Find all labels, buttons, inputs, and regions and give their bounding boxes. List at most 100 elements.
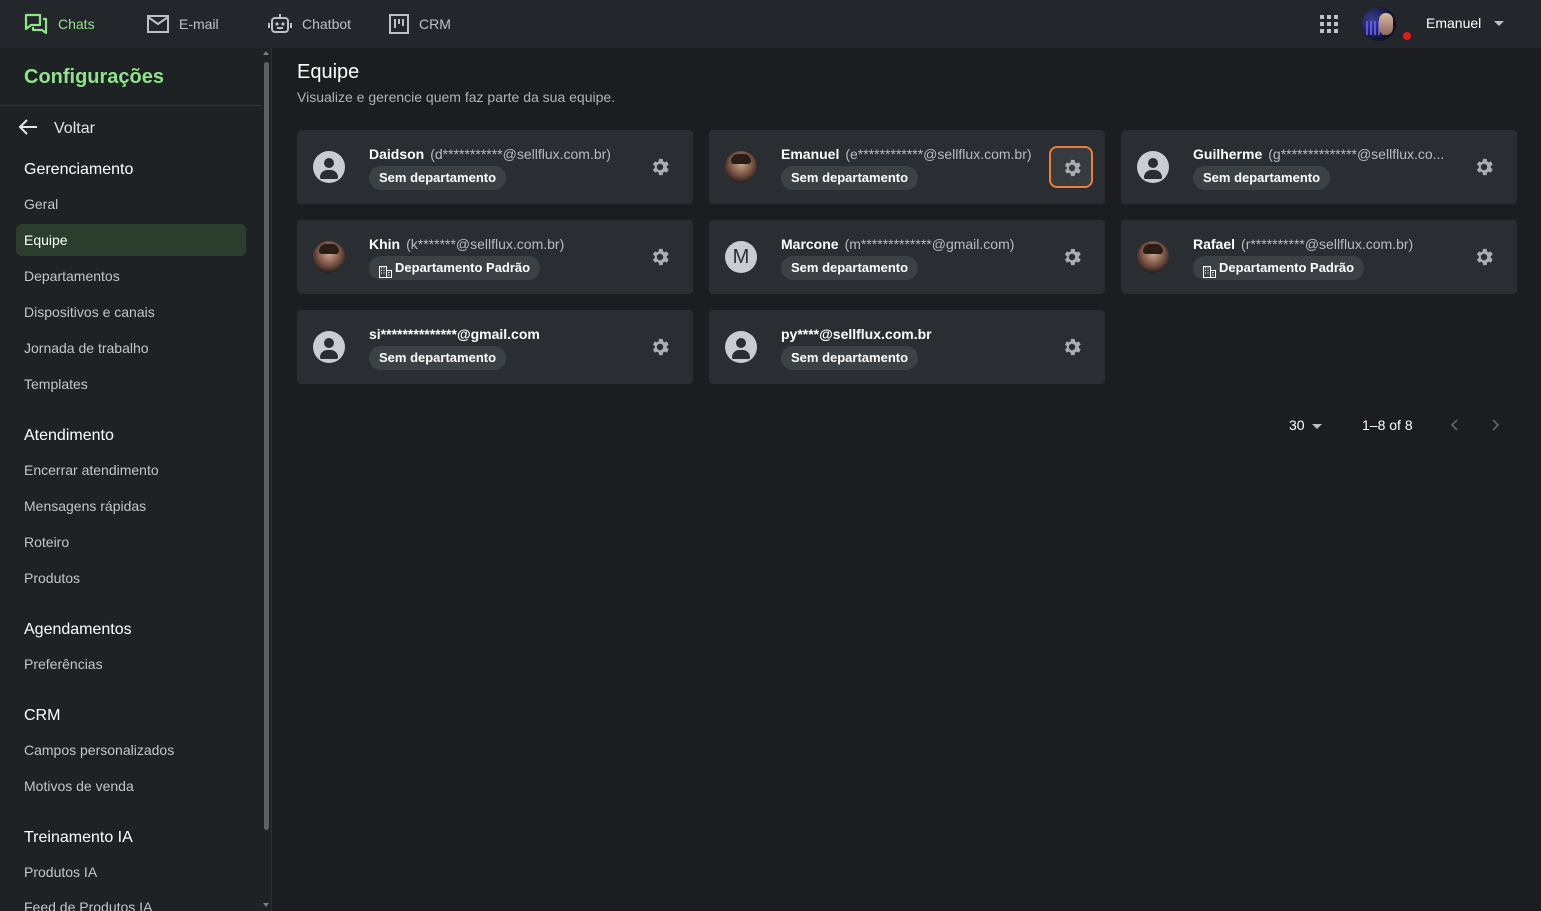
status-indicator: [1401, 30, 1413, 42]
gear-icon[interactable]: [1473, 246, 1495, 268]
sidebar-item-motivos[interactable]: Motivos de venda: [24, 778, 134, 794]
sidebar-title: Configurações: [24, 66, 165, 88]
department-label: Sem departamento: [379, 170, 497, 185]
topnav-chats[interactable]: Chats: [24, 0, 95, 48]
sidebar-item-encerrar[interactable]: Encerrar atendimento: [24, 462, 159, 478]
building-icon: [1203, 262, 1216, 278]
chevron-down-icon[interactable]: [1312, 424, 1322, 429]
mail-icon: [147, 15, 169, 33]
department-label: Sem departamento: [791, 350, 909, 365]
sidebar-item-feed-produtos-ia[interactable]: Feed de Produtos IA: [24, 899, 152, 911]
page-title: Equipe: [297, 61, 360, 83]
apps-grid-icon[interactable]: [1320, 15, 1338, 33]
sidebar-item-geral[interactable]: Geral: [24, 196, 58, 212]
team-member-card: Guilherme (g**************@sellflux.co...…: [1121, 130, 1517, 204]
member-email: (g**************@sellflux.co...: [1268, 146, 1445, 162]
scroll-up-icon[interactable]: [263, 51, 269, 55]
gear-icon[interactable]: [649, 156, 671, 178]
kanban-icon: [389, 14, 409, 34]
department-chip: Sem departamento: [781, 166, 919, 190]
gear-icon[interactable]: [1049, 146, 1093, 188]
member-email: (m*************@gmail.com): [844, 236, 1015, 252]
arrow-left-icon: [18, 118, 38, 140]
topnav-crm[interactable]: CRM: [389, 0, 451, 48]
building-icon: [379, 262, 392, 278]
gear-icon[interactable]: [1473, 156, 1495, 178]
sidebar-item-jornada[interactable]: Jornada de trabalho: [24, 340, 149, 356]
back-button[interactable]: Voltar: [18, 118, 95, 140]
user-name[interactable]: Emanuel: [1426, 15, 1481, 31]
department-chip: Sem departamento: [1193, 166, 1331, 190]
sidebar-item-departamentos[interactable]: Departamentos: [24, 268, 120, 284]
department-label: Sem departamento: [791, 170, 909, 185]
department-chip: Sem departamento: [369, 166, 507, 190]
team-member-card: Daidson (d***********@sellflux.com.br) Sem…: [297, 130, 693, 204]
section-atendimento: Atendimento: [24, 427, 114, 444]
sidebar-item-roteiro[interactable]: Roteiro: [24, 534, 69, 550]
team-member-card: si**************@gmail.com Sem departamen…: [297, 310, 693, 384]
sidebar-item-preferencias[interactable]: Preferências: [24, 656, 103, 672]
chevron-down-icon[interactable]: [1494, 21, 1504, 26]
topnav-email-label: E-mail: [179, 16, 219, 32]
member-name: Rafael: [1193, 236, 1236, 252]
section-crm: CRM: [24, 707, 61, 724]
member-email: (d***********@sellflux.com.br): [430, 146, 611, 162]
member-name: Khin: [369, 236, 401, 252]
member-name: Daidson: [369, 146, 425, 162]
robot-icon: [268, 13, 292, 35]
sidebar-item-mensagens[interactable]: Mensagens rápidas: [24, 498, 146, 514]
sidebar-item-dispositivos[interactable]: Dispositivos e canais: [24, 304, 155, 320]
section-agendamentos: Agendamentos: [24, 621, 132, 638]
member-name: Guilherme: [1193, 146, 1263, 162]
team-member-card: Rafael (r**********@sellflux.com.br) Depar…: [1121, 220, 1517, 294]
pagination-range: 1–8 of 8: [1362, 417, 1413, 433]
department-label: Departamento Padrão: [395, 260, 531, 275]
team-member-card: M Marcone (m*************@gmail.com) Sem de…: [709, 220, 1105, 294]
sidebar-item-produtos-ia[interactable]: Produtos IA: [24, 864, 97, 880]
chevron-left-icon[interactable]: [1446, 416, 1464, 434]
gear-icon[interactable]: [649, 246, 671, 268]
member-name-line: si**************@gmail.com: [369, 326, 669, 342]
topnav-chats-label: Chats: [58, 16, 95, 32]
member-email: (k*******@sellflux.com.br): [406, 236, 565, 252]
user-avatar[interactable]: [1362, 7, 1396, 41]
back-label: Voltar: [54, 120, 95, 137]
gear-icon[interactable]: [1061, 336, 1083, 358]
member-name-line: Khin (k*******@sellflux.com.br): [369, 236, 669, 252]
person-icon: [313, 331, 345, 363]
topnav-chatbot-label: Chatbot: [302, 16, 352, 32]
sidebar-item-templates[interactable]: Templates: [24, 376, 88, 392]
person-icon: [313, 151, 345, 183]
scroll-down-icon[interactable]: [263, 903, 269, 907]
member-name-line: Daidson (d***********@sellflux.com.br): [369, 146, 669, 162]
person-icon: [725, 331, 757, 363]
department-chip: Departamento Padrão: [369, 256, 541, 280]
settings-sidebar: Configurações Voltar Gerenciamento Geral…: [0, 48, 272, 911]
member-email: (r**********@sellflux.com.br): [1241, 236, 1414, 252]
section-gerenciamento: Gerenciamento: [24, 161, 134, 178]
page-size-select[interactable]: 30: [1289, 417, 1305, 433]
avatar: [313, 241, 345, 273]
member-email: py****@sellflux.com.br: [781, 326, 932, 342]
avatar: [1137, 241, 1169, 273]
sidebar-item-campos[interactable]: Campos personalizados: [24, 742, 174, 758]
team-member-card: Khin (k*******@sellflux.com.br) Departamen…: [297, 220, 693, 294]
topnav-email[interactable]: E-mail: [147, 0, 219, 48]
department-chip: Departamento Padrão: [1193, 256, 1365, 280]
team-member-card: Emanuel (e************@sellflux.com.br) Se…: [709, 130, 1105, 204]
topnav-chatbot[interactable]: Chatbot: [268, 0, 351, 48]
member-name: Marcone: [781, 236, 839, 252]
sidebar-divider: [0, 105, 262, 106]
top-bar: Chats E-mail Chatbot CRM Emanuel: [0, 0, 1541, 48]
member-email: (e************@sellflux.com.br): [845, 146, 1032, 162]
sidebar-scrollbar-thumb[interactable]: [264, 62, 269, 830]
member-name-line: Emanuel (e************@sellflux.com.br): [781, 146, 1081, 162]
chevron-right-icon[interactable]: [1486, 416, 1504, 434]
sidebar-item-equipe[interactable]: Equipe: [24, 232, 68, 248]
page-subtitle: Visualize e gerencie quem faz parte da s…: [297, 89, 616, 105]
avatar: [725, 151, 757, 183]
gear-icon[interactable]: [649, 336, 671, 358]
sidebar-item-produtos[interactable]: Produtos: [24, 570, 80, 586]
gear-icon[interactable]: [1061, 246, 1083, 268]
topnav-crm-label: CRM: [419, 16, 451, 32]
